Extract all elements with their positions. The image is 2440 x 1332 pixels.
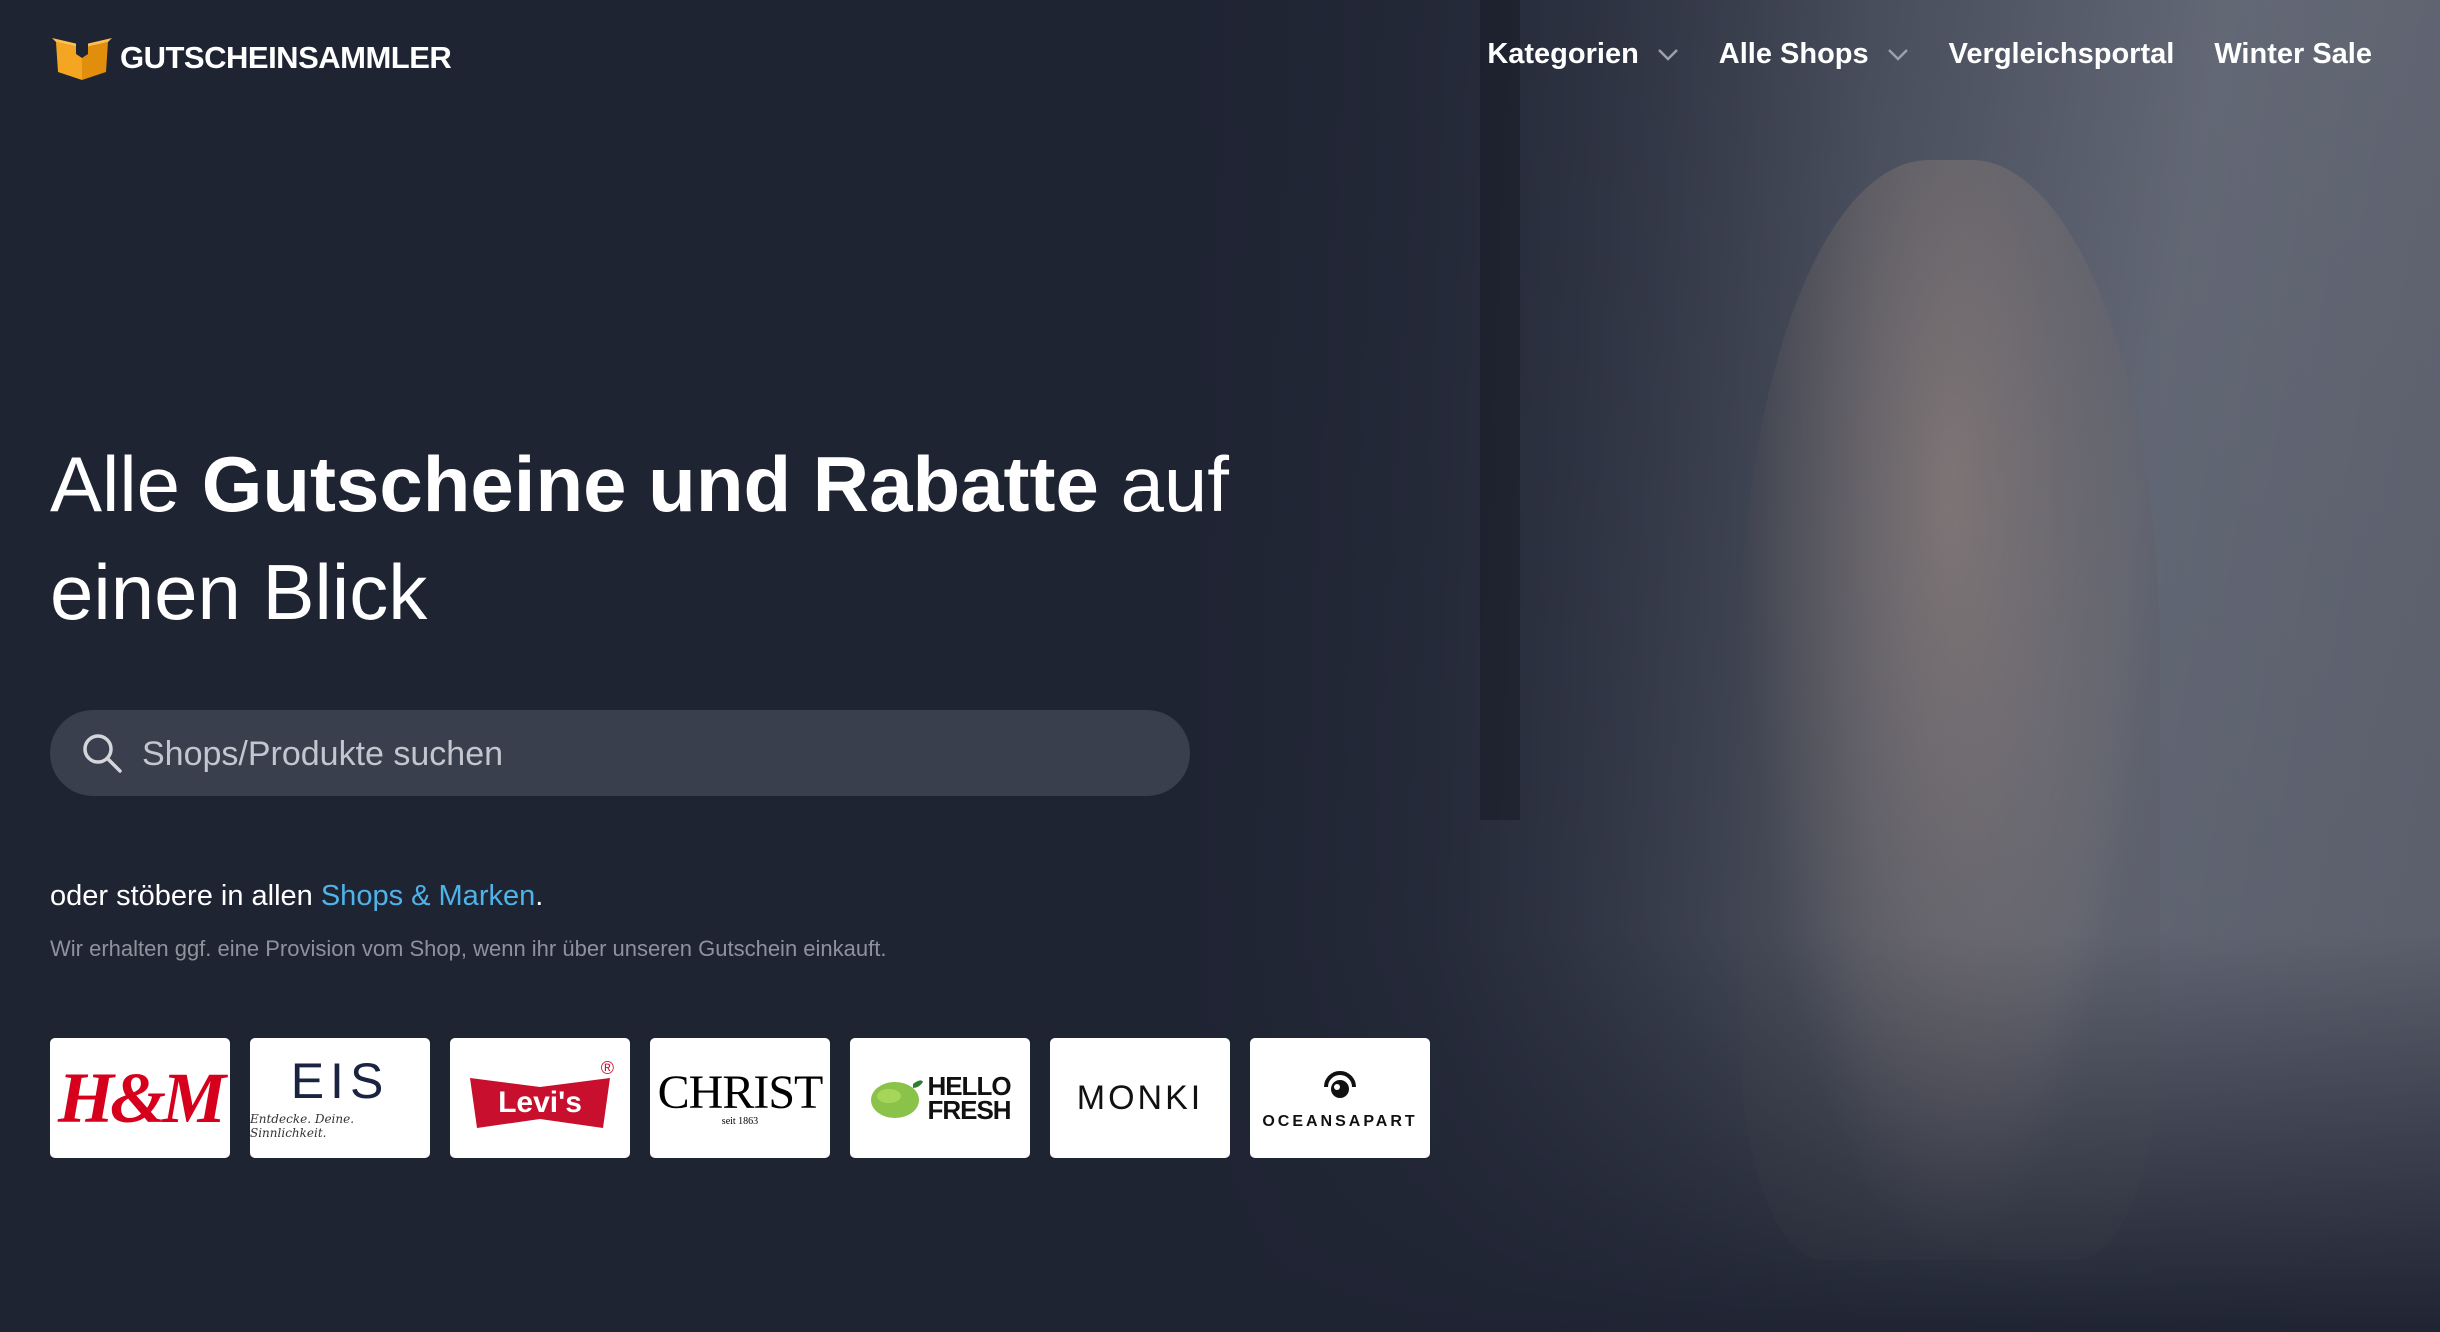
registered-mark: ® xyxy=(600,1058,614,1078)
site-logo[interactable]: GUTSCHEINSAMMLER xyxy=(52,34,452,82)
levis-logo-text: Levi's xyxy=(498,1086,582,1119)
main-nav: Kategorien Alle Shops Vergleichsportal W… xyxy=(1487,38,2372,71)
brand-tile-monki[interactable]: MONKI xyxy=(1050,1038,1230,1158)
box-logo-icon xyxy=(52,36,112,80)
wave-emblem-icon xyxy=(1324,1071,1356,1098)
hm-logo: H&M xyxy=(57,1057,226,1138)
nav-winter-sale[interactable]: Winter Sale xyxy=(2214,38,2372,71)
oceansapart-logo: OCEANSAPART xyxy=(1262,1065,1417,1131)
brand-tile-hellofresh[interactable]: HELLO FRESH xyxy=(850,1038,1030,1158)
browse-text: oder stöbere in allen Shops & Marken. xyxy=(50,880,543,913)
christ-tagline: seit 1863 xyxy=(721,1115,759,1127)
nav-alle-shops-label: Alle Shops xyxy=(1718,38,1869,70)
lime-icon xyxy=(871,1080,924,1118)
hero-headline: Alle Gutscheine und Rabatte auf einen Bl… xyxy=(50,430,1250,646)
logo-text: GUTSCHEINSAMMLER xyxy=(120,40,452,75)
eis-logo: EIS Entdecke. Deine. Sinnlichkeit. xyxy=(250,1056,430,1140)
hellofresh-wordmark: HELLO FRESH xyxy=(927,1073,1011,1125)
nav-kategorien-label: Kategorien xyxy=(1487,38,1639,70)
levis-logo: Levi's ® xyxy=(470,1058,614,1128)
browse-post: . xyxy=(535,880,544,912)
monki-logo: MONKI xyxy=(1076,1078,1204,1117)
chevron-down-icon xyxy=(1657,48,1678,61)
nav-kategorien[interactable]: Kategorien xyxy=(1487,38,1678,71)
search-input[interactable] xyxy=(140,710,1164,798)
nav-vergleichsportal[interactable]: Vergleichsportal xyxy=(1949,38,2175,71)
brand-tile-christ[interactable]: CHRIST seit 1863 xyxy=(650,1038,830,1158)
brand-tile-hm[interactable]: H&M xyxy=(50,1038,230,1158)
christ-logo-text: CHRIST xyxy=(657,1065,824,1119)
eis-logo-text: EIS xyxy=(290,1053,390,1109)
brand-tile-eis[interactable]: EIS Entdecke. Deine. Sinnlichkeit. xyxy=(250,1038,430,1158)
chevron-down-icon xyxy=(1887,48,1908,61)
hellofresh-line2: FRESH xyxy=(927,1095,1011,1125)
nav-winter-sale-label: Winter Sale xyxy=(2214,38,2372,70)
browse-pre: oder stöbere in allen xyxy=(50,880,321,912)
nav-alle-shops[interactable]: Alle Shops xyxy=(1719,38,1909,71)
hellofresh-logo: HELLO FRESH xyxy=(869,1073,1012,1125)
headline-pre: Alle xyxy=(50,440,202,528)
oceansapart-wordmark: OCEANSAPART xyxy=(1262,1113,1418,1130)
brand-tile-oceansapart[interactable]: OCEANSAPART xyxy=(1250,1038,1430,1158)
site-header: GUTSCHEINSAMMLER Kategorien Alle Shops V… xyxy=(0,0,2440,120)
featured-brands: H&M EIS Entdecke. Deine. Sinnlichkeit. L… xyxy=(50,1038,1430,1158)
christ-logo: CHRIST seit 1863 xyxy=(657,1065,824,1127)
eis-tagline: Entdecke. Deine. Sinnlichkeit. xyxy=(250,1112,355,1140)
headline-bold: Gutscheine und Rabatte xyxy=(201,440,1099,528)
search-icon[interactable] xyxy=(80,731,124,775)
brand-tile-levis[interactable]: Levi's ® xyxy=(450,1038,630,1158)
search-bar xyxy=(50,710,1190,798)
commission-disclaimer: Wir erhalten ggf. eine Provision vom Sho… xyxy=(50,936,887,961)
nav-vergleichsportal-label: Vergleichsportal xyxy=(1948,38,2175,70)
shops-marken-link[interactable]: Shops & Marken xyxy=(321,880,535,912)
levis-batwing-shape: Levi's xyxy=(470,1078,610,1128)
